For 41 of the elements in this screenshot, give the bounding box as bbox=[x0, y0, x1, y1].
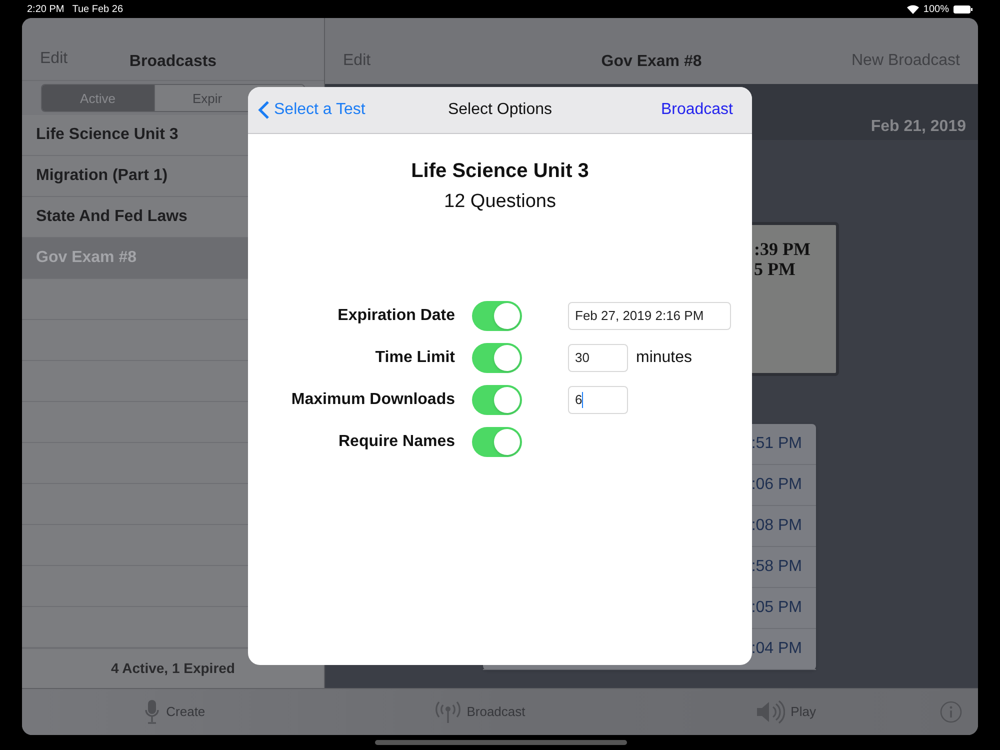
time-text: :51 PM bbox=[751, 434, 802, 454]
wifi-icon bbox=[907, 4, 920, 14]
broadcast-count: 4 Active, 1 Expired bbox=[111, 659, 235, 678]
option-label: Expiration Date bbox=[336, 306, 455, 326]
time-text: :06 PM bbox=[751, 475, 802, 495]
tab-bar-item[interactable]: Create bbox=[22, 699, 328, 725]
battery-icon bbox=[953, 4, 973, 14]
nav-title: Broadcasts bbox=[129, 52, 217, 72]
chevron-left-icon bbox=[258, 100, 270, 120]
option-label: Time Limit bbox=[374, 348, 455, 368]
antenna-icon bbox=[434, 700, 461, 724]
toggle-switch[interactable] bbox=[472, 300, 522, 330]
date-field[interactable]: Feb 27, 2019 2:16 PM bbox=[568, 302, 731, 330]
toggle-switch[interactable] bbox=[472, 426, 522, 456]
time-text: :04 PM bbox=[751, 639, 802, 659]
info-icon[interactable] bbox=[940, 701, 962, 723]
status-time: 2:20 PM bbox=[27, 2, 64, 16]
time-text: :05 PM bbox=[751, 598, 802, 618]
status-date: Tue Feb 26 bbox=[72, 2, 124, 16]
time-text: :58 PM bbox=[751, 557, 802, 577]
number-field[interactable]: 6 bbox=[568, 386, 628, 414]
toggle-switch[interactable] bbox=[472, 342, 522, 372]
number-field[interactable]: 30 bbox=[568, 344, 628, 372]
segment-tab[interactable]: Active bbox=[42, 85, 154, 112]
test-name: Life Science Unit 3 bbox=[411, 159, 589, 184]
nav-title: Gov Exam #8 bbox=[601, 52, 702, 72]
tab-bar-item[interactable]: Broadcast bbox=[327, 700, 633, 724]
microphone-icon bbox=[144, 699, 160, 725]
time-text: :08 PM bbox=[751, 516, 802, 536]
option-label: Maximum Downloads bbox=[290, 390, 455, 410]
toggle-switch[interactable] bbox=[472, 384, 522, 414]
battery-percent: 100% bbox=[923, 2, 949, 16]
broadcast-button[interactable]: Broadcast bbox=[660, 98, 742, 122]
card-text: :39 PM bbox=[754, 239, 812, 259]
card-text: 5 PM bbox=[754, 259, 796, 279]
question-count: 12 Questions bbox=[444, 190, 556, 214]
unit-label: minutes bbox=[636, 348, 692, 368]
option-label: Require Names bbox=[338, 432, 455, 452]
speaker-icon bbox=[754, 700, 785, 724]
date-header: Feb 21, 2019 bbox=[870, 117, 966, 137]
modal-title: Select Options bbox=[448, 100, 552, 120]
